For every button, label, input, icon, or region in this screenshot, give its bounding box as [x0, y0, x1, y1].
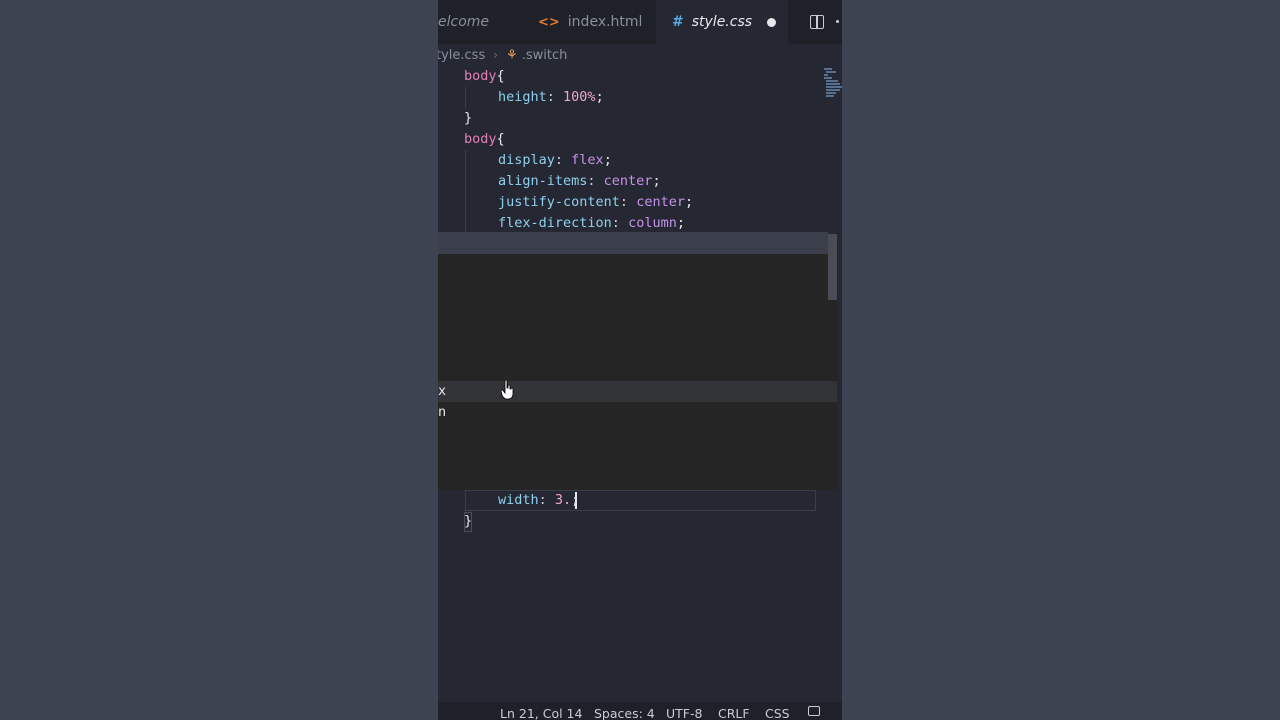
- cursor-position[interactable]: Ln 21, Col 14: [500, 706, 582, 720]
- suggestion-scrollbar[interactable]: [828, 234, 837, 300]
- code-line: align-items: center;: [498, 173, 661, 189]
- css-file-icon: #: [672, 14, 684, 30]
- code-line: width: 3.;: [498, 492, 579, 508]
- line-endings[interactable]: CRLF: [718, 706, 750, 720]
- file-encoding[interactable]: UTF-8: [666, 706, 702, 720]
- suggestion-item[interactable]: n: [438, 402, 446, 423]
- unsaved-changes-dot-icon[interactable]: [767, 18, 776, 27]
- code-line: body{: [464, 131, 505, 147]
- feedback-icon[interactable]: [808, 706, 820, 716]
- code-editor[interactable]: elcome <> index.html # style.css tyle.cs…: [438, 0, 842, 720]
- suggestion-widget-header: [438, 232, 828, 254]
- breadcrumb: tyle.css › ⚘ .switch: [438, 44, 828, 66]
- background-right: [842, 0, 1280, 720]
- bracket-match-highlight: [464, 512, 472, 532]
- more-actions-icon[interactable]: [836, 20, 839, 23]
- hand-pointer-icon: [500, 380, 514, 400]
- suggestion-item[interactable]: x: [438, 381, 446, 402]
- suggestion-item-highlighted[interactable]: [438, 381, 837, 402]
- tab-welcome[interactable]: elcome: [438, 0, 528, 44]
- tab-label: index.html: [567, 14, 643, 30]
- html-file-icon: <>: [538, 14, 560, 30]
- indent-guide: [465, 490, 466, 511]
- chevron-right-icon: ›: [493, 48, 499, 62]
- code-line: body{: [464, 68, 505, 84]
- code-line: flex-direction: column;: [498, 215, 685, 231]
- tab-label: elcome: [438, 14, 490, 30]
- text-cursor: [575, 492, 577, 509]
- indent-guide: [465, 150, 466, 234]
- status-bar: Ln 21, Col 14 Spaces: 4 UTF-8 CRLF CSS: [438, 702, 842, 720]
- minimap[interactable]: [822, 66, 842, 100]
- indentation-setting[interactable]: Spaces: 4: [594, 706, 655, 720]
- background-left: [0, 0, 438, 720]
- code-line: display: flex;: [498, 152, 612, 168]
- tab-bar: elcome <> index.html # style.css: [438, 0, 842, 44]
- code-line: justify-content: center;: [498, 194, 694, 210]
- indent-guide: [465, 87, 466, 108]
- code-line: height: 100%;: [498, 89, 604, 105]
- symbol-class-icon: ⚘: [506, 47, 518, 63]
- language-mode[interactable]: CSS: [765, 706, 790, 720]
- breadcrumb-symbol[interactable]: .switch: [522, 48, 568, 63]
- suggestion-widget[interactable]: [438, 254, 837, 490]
- tab-index-html[interactable]: <> index.html: [520, 0, 655, 44]
- split-editor-icon[interactable]: [810, 15, 824, 29]
- breadcrumb-file[interactable]: tyle.css: [438, 48, 485, 63]
- code-line: }: [464, 110, 473, 126]
- tab-label: style.css: [691, 14, 753, 30]
